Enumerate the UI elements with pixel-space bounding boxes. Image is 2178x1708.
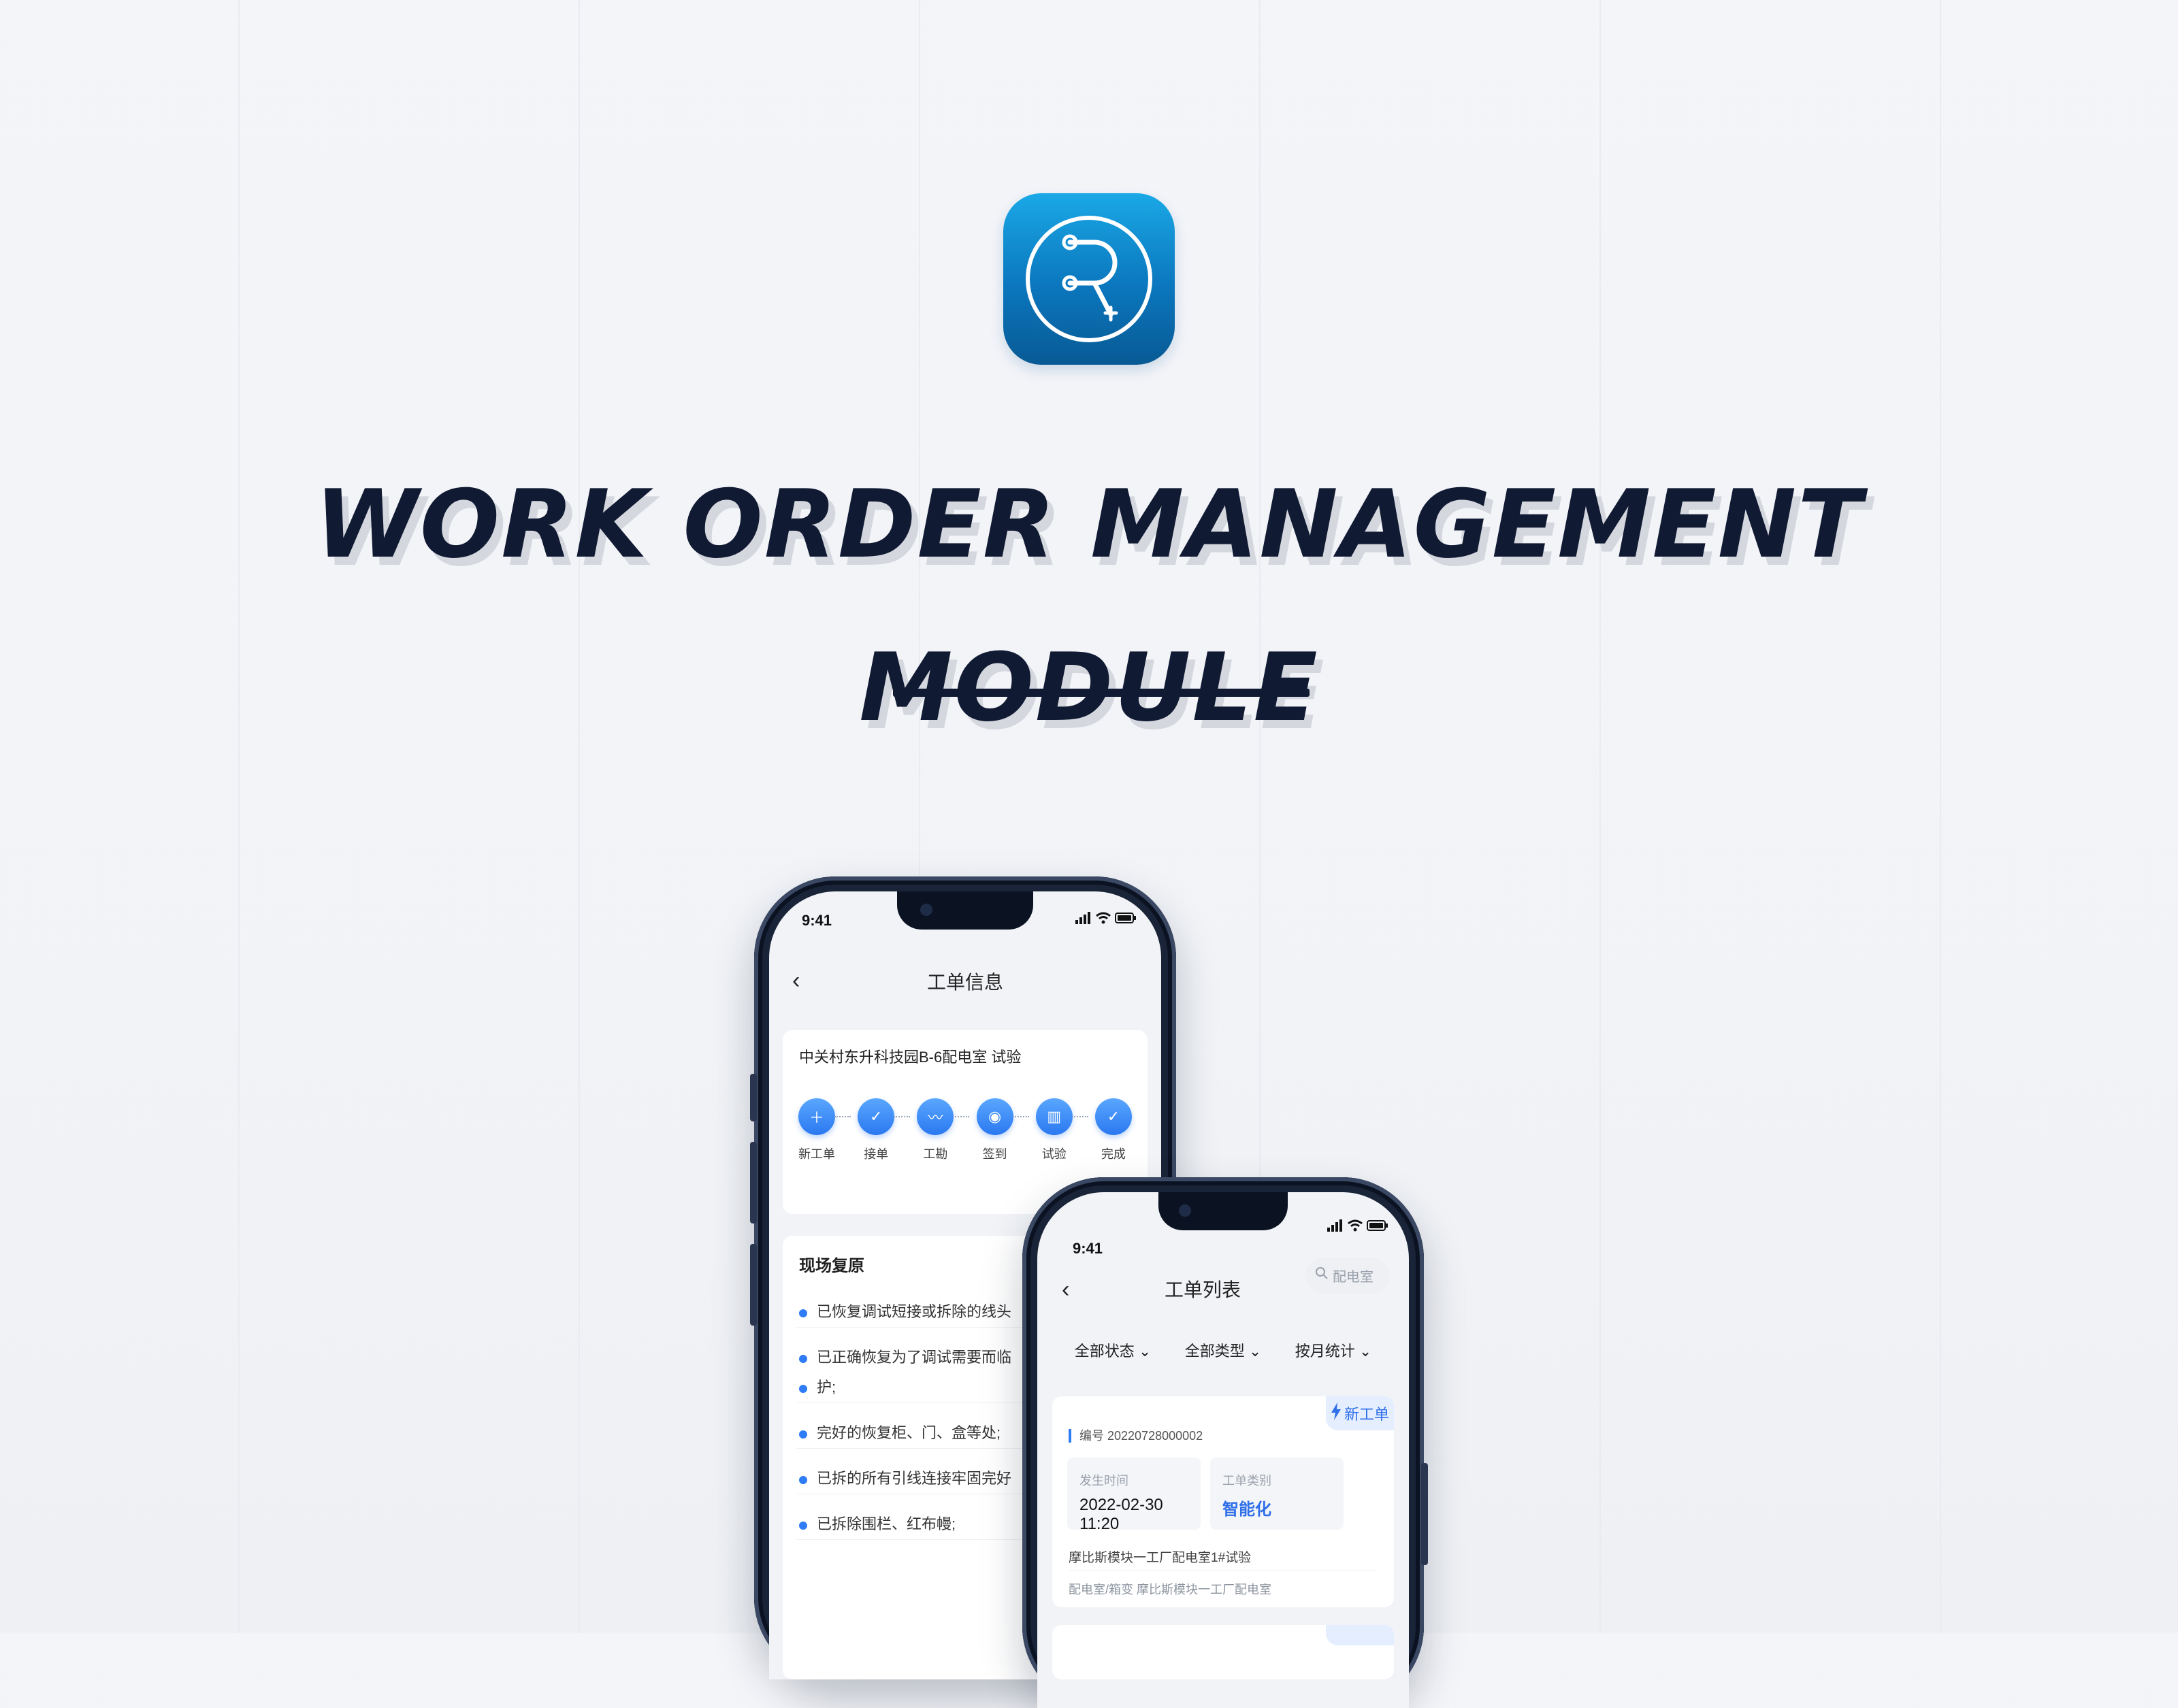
occur-time-box: 发生时间 2022-02-30 11:20 (1067, 1458, 1201, 1533)
accept-icon: ✓ (858, 1098, 895, 1135)
signal-icon (1075, 912, 1092, 927)
status-bar: 9:41 (769, 891, 1161, 946)
info-label: 发生时间 (1079, 1474, 1128, 1488)
work-order-card[interactable]: 新工单 编号 20220728000002 发生时间 2022-02-30 11… (1052, 1396, 1394, 1607)
step-survey[interactable]: 〰 工勘 (913, 1098, 970, 1162)
wifi-icon (1348, 1219, 1363, 1235)
nav-bar: ‹ 工单信息 (769, 953, 1161, 1007)
status-badge (1326, 1625, 1394, 1645)
new-doc-icon: ＋ (798, 1098, 835, 1135)
order-number: 编号 20220728000002 (1069, 1429, 1203, 1443)
site-title: 中关村东升科技园B-6配电室 试验 (799, 1049, 1022, 1066)
filter-label: 按月统计 (1295, 1343, 1355, 1360)
step-label: 完成 (1101, 1147, 1126, 1161)
headline-line-1: WORK ORDER MANAGEMENT (314, 470, 1864, 579)
phone-mockup-front: 9:41 ‹ 工单列表 配电室 全部状态 ⌄ 全部类型 ⌄ 按月统计 ⌄ 新工单… (1022, 1177, 1428, 1708)
status-time: 9:41 (802, 912, 832, 929)
filter-label: 全部状态 (1074, 1343, 1135, 1360)
search-input[interactable]: 配电室 (1305, 1258, 1390, 1293)
status-badge: 新工单 (1326, 1396, 1394, 1430)
nav-title: 工单信息 (926, 972, 1003, 993)
filter-status-dropdown[interactable]: 全部状态 ⌄ (1075, 1339, 1152, 1361)
bg-line (1599, 0, 1601, 1633)
wifi-icon (1096, 912, 1111, 927)
status-time: 9:41 (1073, 1240, 1103, 1257)
work-order-card[interactable] (1052, 1625, 1394, 1679)
survey-icon: 〰 (917, 1098, 954, 1135)
step-accept[interactable]: ✓ 接单 (854, 1098, 911, 1162)
step-test[interactable]: ▥ 试验 (1033, 1098, 1088, 1162)
progress-steps: ＋ 新工单 ✓ 接单 〰 工勘 ◉ 签到 ▥ 试验 ✓ 完成 (795, 1098, 1135, 1162)
chart-icon: ▥ (1035, 1098, 1073, 1135)
chevron-down-icon: ⌄ (1248, 1343, 1262, 1360)
phone-side-button (750, 1244, 757, 1326)
phone-b-screen: 9:41 ‹ 工单列表 配电室 全部状态 ⌄ 全部类型 ⌄ 按月统计 ⌄ 新工单… (1037, 1192, 1409, 1708)
step-label: 接单 (864, 1147, 889, 1161)
step-label: 签到 (982, 1147, 1007, 1161)
order-title: 摩比斯模块一工厂配电室1#试验 (1069, 1551, 1252, 1565)
bg-line (1940, 0, 1941, 1633)
badge-label: 新工单 (1344, 1406, 1389, 1423)
battery-icon (1367, 1219, 1388, 1235)
order-location-path: 配电室/箱变 摩比斯模块一工厂配电室 (1069, 1583, 1272, 1596)
step-label: 新工单 (798, 1147, 835, 1161)
search-placeholder: 配电室 (1333, 1269, 1374, 1285)
bg-line (579, 0, 580, 1633)
step-label: 工勘 (923, 1147, 948, 1161)
info-label: 工单类别 (1222, 1474, 1271, 1488)
info-value: 智能化 (1222, 1500, 1271, 1519)
filter-bar: 全部状态 ⌄ 全部类型 ⌄ 按月统计 ⌄ (1037, 1339, 1409, 1361)
search-icon (1315, 1266, 1329, 1284)
step-done[interactable]: ✓ 完成 (1092, 1098, 1135, 1162)
check-icon: ✓ (1094, 1098, 1132, 1135)
filter-label: 全部类型 (1184, 1343, 1245, 1360)
phone-side-button (1421, 1463, 1428, 1565)
headline-line-2: MODULE (859, 633, 1319, 742)
step-label: 试验 (1041, 1147, 1067, 1161)
phone-side-button (750, 1074, 757, 1121)
order-type-box: 工单类别 智能化 (1210, 1458, 1344, 1530)
info-value: 2022-02-30 11:20 (1079, 1496, 1163, 1533)
step-checkin[interactable]: ◉ 签到 (973, 1098, 1029, 1162)
lightning-icon (1331, 1402, 1342, 1424)
bg-line (238, 0, 240, 1633)
status-bar: 9:41 (1037, 1192, 1409, 1257)
filter-type-dropdown[interactable]: 全部类型 ⌄ (1185, 1339, 1262, 1361)
list-item-text: 护; (817, 1379, 836, 1396)
step-new[interactable]: ＋ 新工单 (795, 1098, 851, 1162)
status-icons (1327, 1219, 1388, 1235)
chevron-down-icon: ⌄ (1138, 1343, 1152, 1360)
section-title: 现场复原 (799, 1257, 864, 1275)
battery-icon (1115, 912, 1137, 927)
status-icons (1075, 912, 1137, 927)
filter-month-dropdown[interactable]: 按月统计 ⌄ (1295, 1339, 1372, 1361)
signal-icon (1327, 1219, 1344, 1235)
phone-side-button (750, 1142, 757, 1223)
location-pin-icon: ◉ (976, 1098, 1013, 1135)
headline-strikethrough (893, 689, 1310, 697)
chevron-down-icon: ⌄ (1359, 1343, 1372, 1360)
app-logo-icon (1003, 193, 1175, 365)
